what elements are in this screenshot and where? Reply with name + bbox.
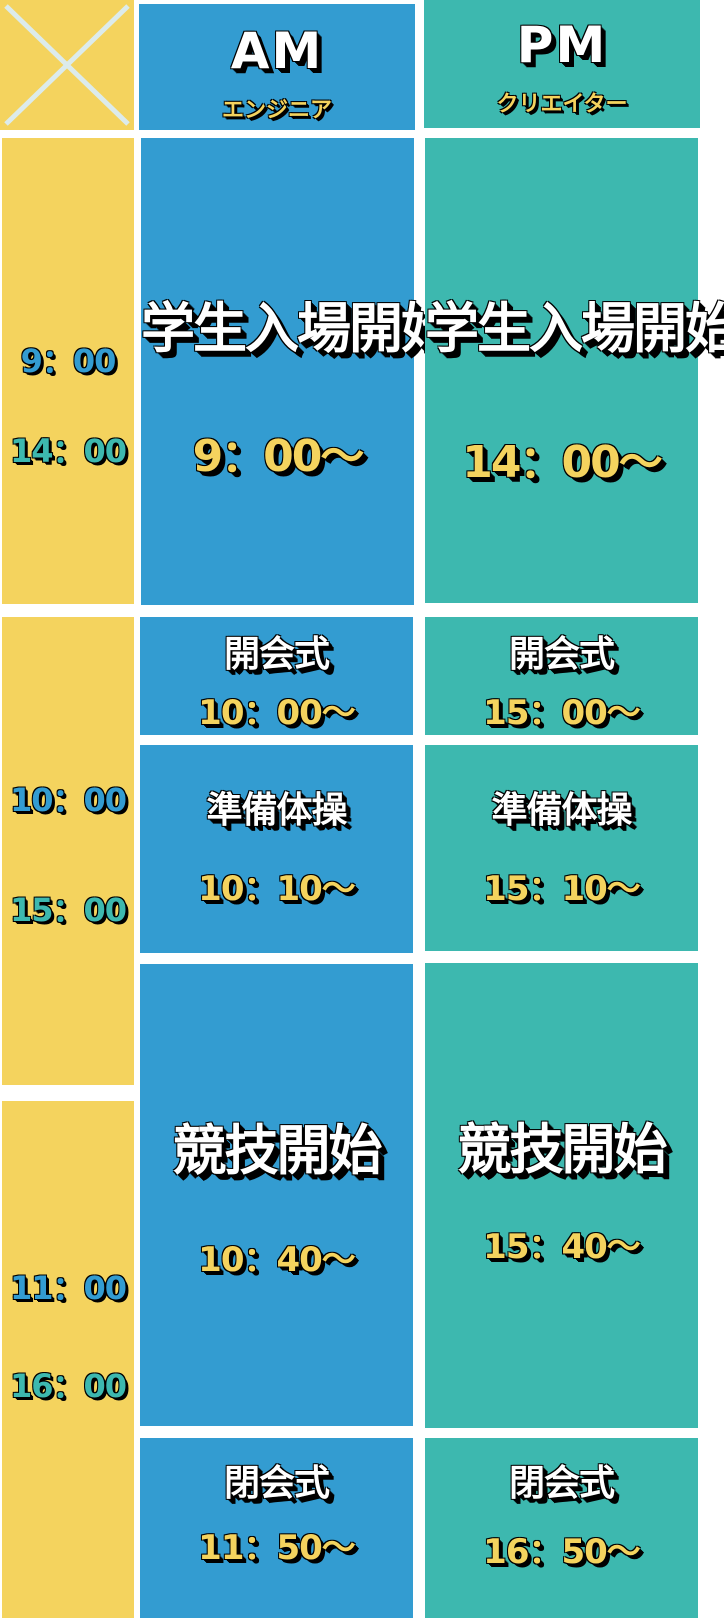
- am-competition-time: 10：40～: [198, 1240, 356, 1280]
- pm-header-title: PM: [516, 16, 608, 74]
- pm-closing-label: 閉会式: [508, 1463, 615, 1504]
- am-warmup-time: 10：10～: [198, 869, 356, 909]
- am-warmup-label: 準備体操: [206, 790, 347, 831]
- time-cell-2: 10：00 15：00: [2, 617, 134, 1085]
- am-competition-cell: 競技開始 10：40～: [140, 964, 413, 1426]
- am-opening-label: 開会式: [223, 634, 330, 675]
- am-competition-label: 競技開始: [172, 1119, 383, 1182]
- am-closing-time: 11：50～: [198, 1528, 356, 1568]
- am-closing-cell: 閉会式 11：50～: [140, 1438, 413, 1618]
- pm-opening-label: 開会式: [508, 634, 615, 675]
- pm-closing-time: 16：50～: [483, 1532, 641, 1572]
- time-am-2: 10：00: [9, 781, 127, 819]
- corner-cell: [0, 0, 134, 130]
- time-am-3: 11：00: [9, 1269, 127, 1307]
- cross-icon: [4, 4, 130, 126]
- pm-entry-label: 学生入場開始: [425, 297, 724, 360]
- pm-entry-cell: 学生入場開始 14：00～: [425, 138, 724, 603]
- am-entry-time: 9：00～: [192, 431, 365, 482]
- pm-warmup-label: 準備体操: [491, 790, 632, 831]
- am-entry-cell: 学生入場開始 9：00～: [141, 138, 455, 605]
- am-entry-label: 学生入場開始: [141, 297, 455, 360]
- pm-warmup-cell: 準備体操 15：10～: [425, 745, 698, 951]
- am-header-subtitle: エンジニア: [221, 98, 332, 123]
- am-header: AM エンジニア: [139, 4, 415, 130]
- pm-closing-cell: 閉会式 16：50～: [425, 1438, 698, 1618]
- time-pm-2: 15：00: [9, 891, 127, 929]
- pm-header: PM クリエイター: [424, 0, 700, 128]
- am-closing-label: 閉会式: [223, 1463, 330, 1504]
- pm-competition-time: 15：40～: [483, 1227, 641, 1267]
- time-pm-3: 16：00: [9, 1367, 127, 1405]
- pm-opening-cell: 開会式 15：00～: [425, 617, 698, 735]
- time-cell-1: 9：00 14：00: [2, 138, 134, 604]
- am-opening-cell: 開会式 10：00～: [140, 617, 413, 735]
- am-opening-time: 10：00～: [198, 693, 356, 733]
- am-header-title: AM: [230, 22, 324, 80]
- pm-entry-time: 14：00～: [462, 437, 662, 488]
- pm-opening-time: 15：00～: [483, 693, 641, 733]
- time-am-1: 9：00: [20, 342, 117, 380]
- pm-warmup-time: 15：10～: [483, 869, 641, 909]
- pm-competition-label: 競技開始: [457, 1118, 668, 1181]
- am-warmup-cell: 準備体操 10：10～: [140, 745, 413, 953]
- pm-competition-cell: 競技開始 15：40～: [425, 963, 698, 1428]
- time-pm-1: 14：00: [9, 432, 127, 470]
- pm-header-subtitle: クリエイター: [496, 92, 628, 117]
- time-cell-3: 11：00 16：00: [2, 1101, 134, 1618]
